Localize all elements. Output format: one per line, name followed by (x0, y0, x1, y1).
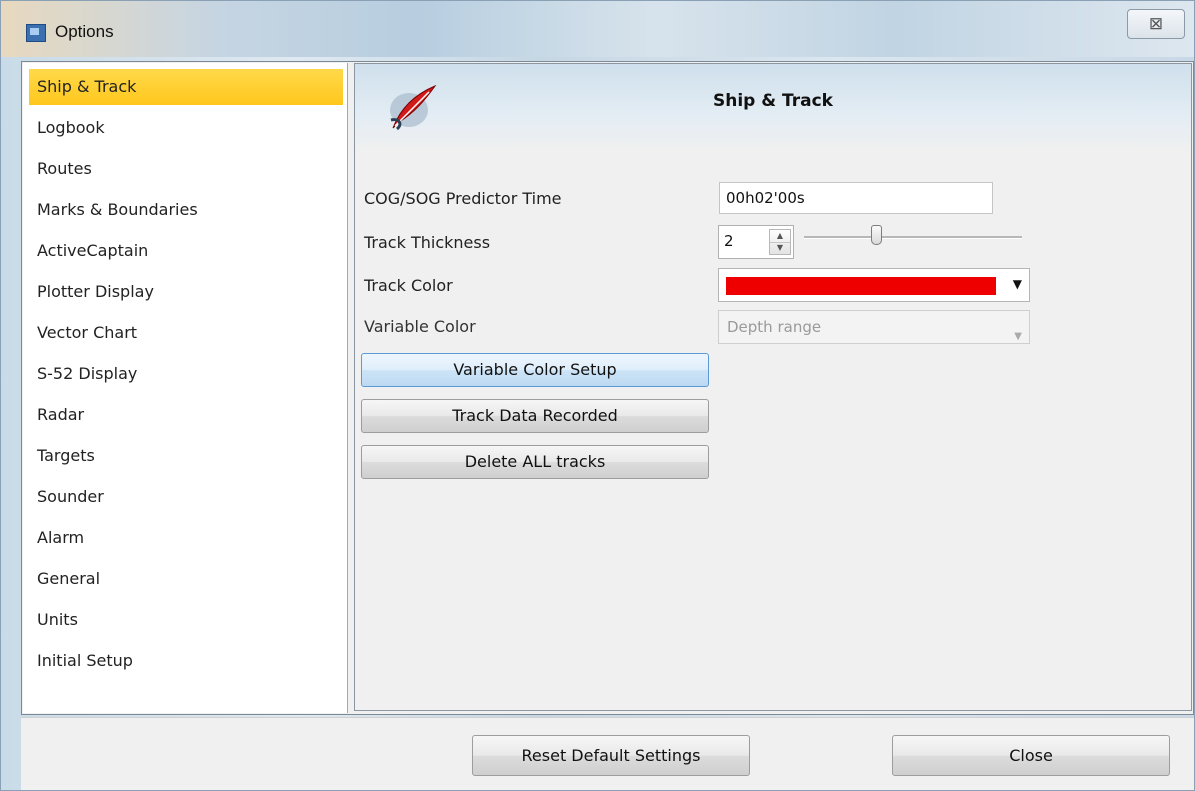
track-color-label: Track Color (364, 276, 453, 295)
cog-sog-predictor-input[interactable]: 00h02'00s (719, 182, 993, 214)
sidebar-item-radar[interactable]: Radar (29, 397, 343, 433)
sidebar-item-general[interactable]: General (29, 561, 343, 597)
title-bar[interactable]: Options ⊠ (1, 1, 1194, 57)
variable-color-value: Depth range (727, 318, 822, 336)
sidebar-item-initial-setup[interactable]: Initial Setup (29, 643, 343, 679)
options-sidebar: Ship & Track Logbook Routes Marks & Boun… (23, 63, 348, 713)
sidebar-item-sounder[interactable]: Sounder (29, 479, 343, 515)
variable-color-setup-button[interactable]: Variable Color Setup (361, 353, 709, 387)
sidebar-item-vector-chart[interactable]: Vector Chart (29, 315, 343, 351)
options-dialog: Options ⊠ Ship & Track Logbook Routes Ma… (0, 0, 1195, 791)
window-title: Options (55, 22, 114, 41)
panel-title: Ship & Track (713, 91, 833, 111)
window-app-icon (26, 24, 46, 42)
slider-thumb[interactable] (870, 225, 882, 245)
dialog-footer: Reset Default Settings Close (21, 717, 1194, 790)
cog-sog-label: COG/SOG Predictor Time (364, 189, 562, 208)
spin-down-icon[interactable]: ▼ (770, 242, 790, 254)
chevron-down-icon: ▼ (1014, 331, 1022, 342)
variable-color-select[interactable]: Depth range ▼ (718, 310, 1030, 344)
sidebar-item-routes[interactable]: Routes (29, 151, 343, 187)
track-data-recorded-button[interactable]: Track Data Recorded (361, 399, 709, 433)
sidebar-item-marks-boundaries[interactable]: Marks & Boundaries (29, 192, 343, 228)
sidebar-item-activecaptain[interactable]: ActiveCaptain (29, 233, 343, 269)
chevron-down-icon: ▼ (1012, 277, 1022, 291)
sidebar-item-targets[interactable]: Targets (29, 438, 343, 474)
track-thickness-value: 2 (724, 232, 734, 250)
track-color-picker[interactable]: ▼ (718, 268, 1030, 302)
sidebar-item-ship-track[interactable]: Ship & Track (29, 69, 343, 105)
track-thickness-label: Track Thickness (364, 233, 491, 252)
sidebar-item-s52-display[interactable]: S-52 Display (29, 356, 343, 392)
track-color-swatch (726, 277, 996, 295)
panel-header: Ship & Track (355, 64, 1191, 152)
sidebar-item-alarm[interactable]: Alarm (29, 520, 343, 556)
settings-panel: Ship & Track COG/SOG Predictor Time 00h0… (354, 63, 1192, 711)
window-close-button[interactable]: ⊠ (1127, 9, 1185, 39)
sidebar-item-units[interactable]: Units (29, 602, 343, 638)
close-button[interactable]: Close (892, 735, 1170, 776)
sidebar-item-plotter-display[interactable]: Plotter Display (29, 274, 343, 310)
sidebar-item-logbook[interactable]: Logbook (29, 110, 343, 146)
delete-all-tracks-button[interactable]: Delete ALL tracks (361, 445, 709, 479)
spinner-buttons: ▲ ▼ (769, 229, 791, 255)
track-thickness-spinner[interactable]: 2 ▲ ▼ (718, 225, 794, 259)
variable-color-label: Variable Color (364, 317, 476, 336)
reset-default-settings-button[interactable]: Reset Default Settings (472, 735, 750, 776)
track-thickness-slider[interactable] (804, 236, 1022, 239)
